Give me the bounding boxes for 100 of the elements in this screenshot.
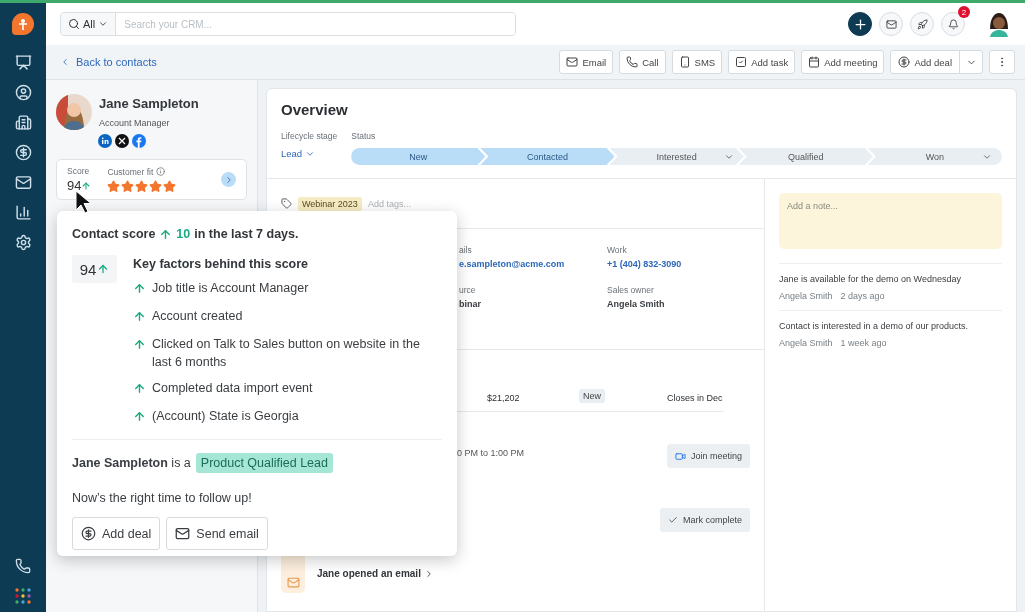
plus-icon <box>852 16 868 32</box>
bell-icon <box>947 18 959 30</box>
status-stage[interactable]: Interested <box>609 148 744 165</box>
up-arrow-icon <box>133 310 146 323</box>
facebook-icon[interactable] <box>132 134 146 148</box>
note-field[interactable]: Add a note... <box>779 193 1002 249</box>
score-value: 94 <box>79 260 97 278</box>
field-label: Work <box>607 245 628 255</box>
star-icon <box>135 179 149 193</box>
factor-text: Clicked on Talk to Sales button on website in the last 6 months <box>152 336 421 371</box>
action-button[interactable]: Call <box>619 50 666 74</box>
note-author: Angela Smith <box>779 338 833 348</box>
linkedin-icon[interactable] <box>98 134 112 148</box>
contacts-icon[interactable] <box>14 84 32 101</box>
lifecycle-dropdown[interactable]: Lead <box>281 148 316 159</box>
dollar-icon <box>81 526 96 541</box>
notifications-button[interactable] <box>941 12 965 36</box>
popover-button[interactable]: Add deal <box>72 517 161 550</box>
add-button[interactable] <box>848 12 872 36</box>
app-logo-icon[interactable] <box>12 13 34 35</box>
checkbox-icon <box>735 56 748 68</box>
mail-button[interactable] <box>879 12 903 36</box>
note-author: Angela Smith <box>779 291 833 301</box>
popover-heading: Contact score <box>72 227 156 241</box>
note-text: Contact is interested in a demo of our products. <box>779 321 970 331</box>
note-time: 1 week ago <box>840 338 887 348</box>
star-icon <box>163 179 177 193</box>
email-activity-icon <box>281 553 305 593</box>
up-arrow-icon <box>159 227 173 241</box>
star-icon <box>121 179 135 193</box>
up-arrow-icon <box>133 338 146 351</box>
back-link[interactable]: Back to contacts <box>60 56 157 68</box>
phone-icon[interactable] <box>15 558 31 574</box>
apps-grid-icon[interactable] <box>15 588 31 604</box>
meeting-time: 0 PM to 1:00 PM <box>457 448 525 458</box>
video-icon <box>674 450 686 462</box>
score-label: Score <box>67 166 91 176</box>
mail-icon[interactable] <box>14 174 32 191</box>
note-text: Jane is available for the demo on Wednesday <box>779 274 962 284</box>
board-icon[interactable] <box>14 54 32 71</box>
status-stage[interactable]: Qualified <box>738 148 873 165</box>
activity-link[interactable]: Jane opened an email <box>317 568 434 579</box>
deal-amount: $21,202 <box>487 393 521 403</box>
status-label: Status <box>351 131 377 141</box>
rocket-button[interactable] <box>910 12 934 36</box>
field-label: Sales owner <box>607 285 655 295</box>
lead-badge: Product Qualified Lead <box>195 453 333 473</box>
x-logo-icon[interactable] <box>115 134 129 148</box>
search-icon <box>68 18 80 30</box>
up-arrow-icon <box>81 180 92 191</box>
chevron-down-icon <box>98 19 109 29</box>
search-field[interactable]: All Search your CRM... <box>60 12 516 36</box>
factor-text: Account created <box>152 308 244 325</box>
fit-label: Customer fit <box>107 166 154 177</box>
notification-count: 2 <box>958 6 970 18</box>
field-link[interactable]: +1 (404) 832-3090 <box>607 259 764 269</box>
check-icon <box>667 515 678 525</box>
mail-icon <box>885 18 897 30</box>
popover-heading: in the last 7 days. <box>194 227 299 241</box>
mail-icon <box>566 56 579 68</box>
popover-button[interactable]: Send email <box>166 517 268 550</box>
chevron-left-icon <box>60 57 70 67</box>
factor-text: Job title is Account Manager <box>152 280 310 297</box>
chart-icon[interactable] <box>14 204 32 221</box>
field-label: ails <box>459 245 473 255</box>
status-stage[interactable]: Contacted <box>480 148 615 165</box>
scope-dropdown[interactable]: All <box>61 13 117 35</box>
deal-stage: New <box>579 389 605 403</box>
field-link[interactable]: e.sampleton@acme.com <box>459 259 607 269</box>
up-arrow-icon <box>133 382 146 395</box>
star-icon <box>107 179 121 193</box>
action-button[interactable]: Email <box>559 50 614 74</box>
rocket-icon <box>916 18 928 30</box>
action-button[interactable]: Add task <box>728 50 796 74</box>
calendar-icon <box>808 56 821 68</box>
tag-icon <box>281 198 292 209</box>
dollar-icon <box>898 56 911 68</box>
info-icon <box>156 167 166 176</box>
score-delta: 10 <box>176 227 191 241</box>
up-arrow-icon <box>97 263 110 275</box>
status-stage[interactable]: New <box>351 148 486 165</box>
field-label: urce <box>459 285 477 295</box>
score-value: 94 <box>67 178 82 193</box>
settings-icon[interactable] <box>14 234 32 251</box>
job-title: Account Manager <box>99 118 171 128</box>
dollar-icon[interactable] <box>14 144 32 161</box>
field-value: Angela Smith <box>607 299 666 309</box>
mail-icon <box>175 526 191 541</box>
join-meeting-button[interactable]: Join meeting <box>666 444 750 468</box>
factors-title: Key factors behind this score <box>133 257 310 271</box>
overview-title: Overview <box>281 101 349 118</box>
action-button[interactable]: SMS <box>671 50 723 74</box>
status-stage[interactable]: Won <box>867 148 1002 165</box>
star-icon <box>149 179 163 193</box>
phone-icon <box>626 56 639 68</box>
phone-icon <box>678 56 691 68</box>
action-button[interactable]: Add meeting <box>801 50 885 74</box>
contact-name: Jane Sampleton <box>99 96 199 111</box>
building-icon[interactable] <box>14 114 32 131</box>
mark-complete-button[interactable]: Mark complete <box>659 508 750 532</box>
